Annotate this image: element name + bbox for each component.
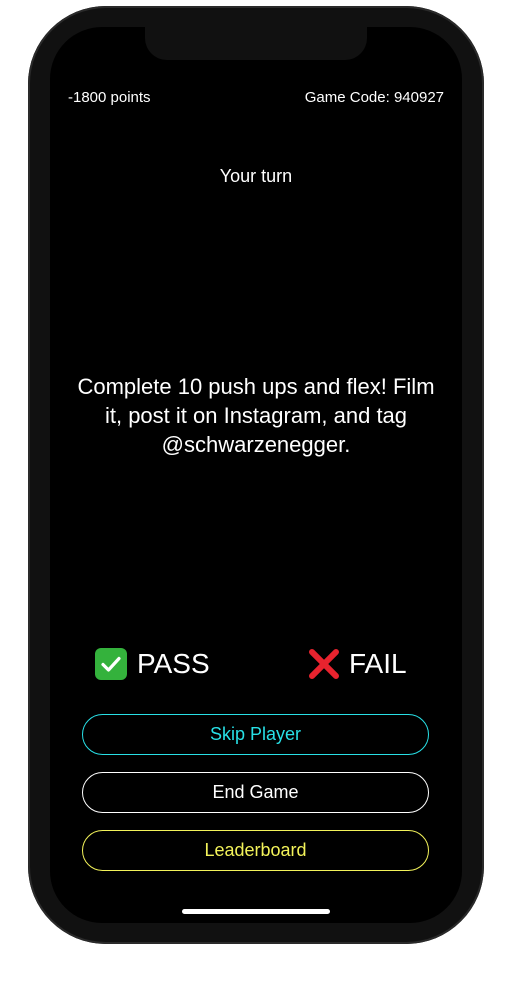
end-game-label: End Game: [212, 782, 299, 802]
turn-label: Your turn: [219, 166, 293, 186]
check-mark-icon: [95, 648, 127, 680]
points-label: -1800 points: [68, 89, 151, 106]
notch: [145, 27, 367, 60]
skip-player-button[interactable]: Skip Player: [82, 714, 429, 755]
leaderboard-label: Leaderboard: [204, 840, 307, 860]
fail-label: FAIL: [349, 648, 407, 679]
cross-mark-icon: [307, 647, 341, 681]
home-indicator[interactable]: [182, 909, 330, 914]
leaderboard-button[interactable]: Leaderboard: [82, 830, 429, 871]
pass-label: PASS: [137, 648, 210, 679]
end-game-button[interactable]: End Game: [82, 772, 429, 813]
challenge-text: Complete 10 push ups and flex! Film it, …: [77, 374, 435, 457]
skip-player-label: Skip Player: [209, 724, 302, 744]
game-code-label: Game Code: 940927: [304, 89, 444, 106]
fail-button[interactable]: FAIL: [307, 644, 407, 684]
pass-button[interactable]: PASS: [95, 644, 210, 684]
